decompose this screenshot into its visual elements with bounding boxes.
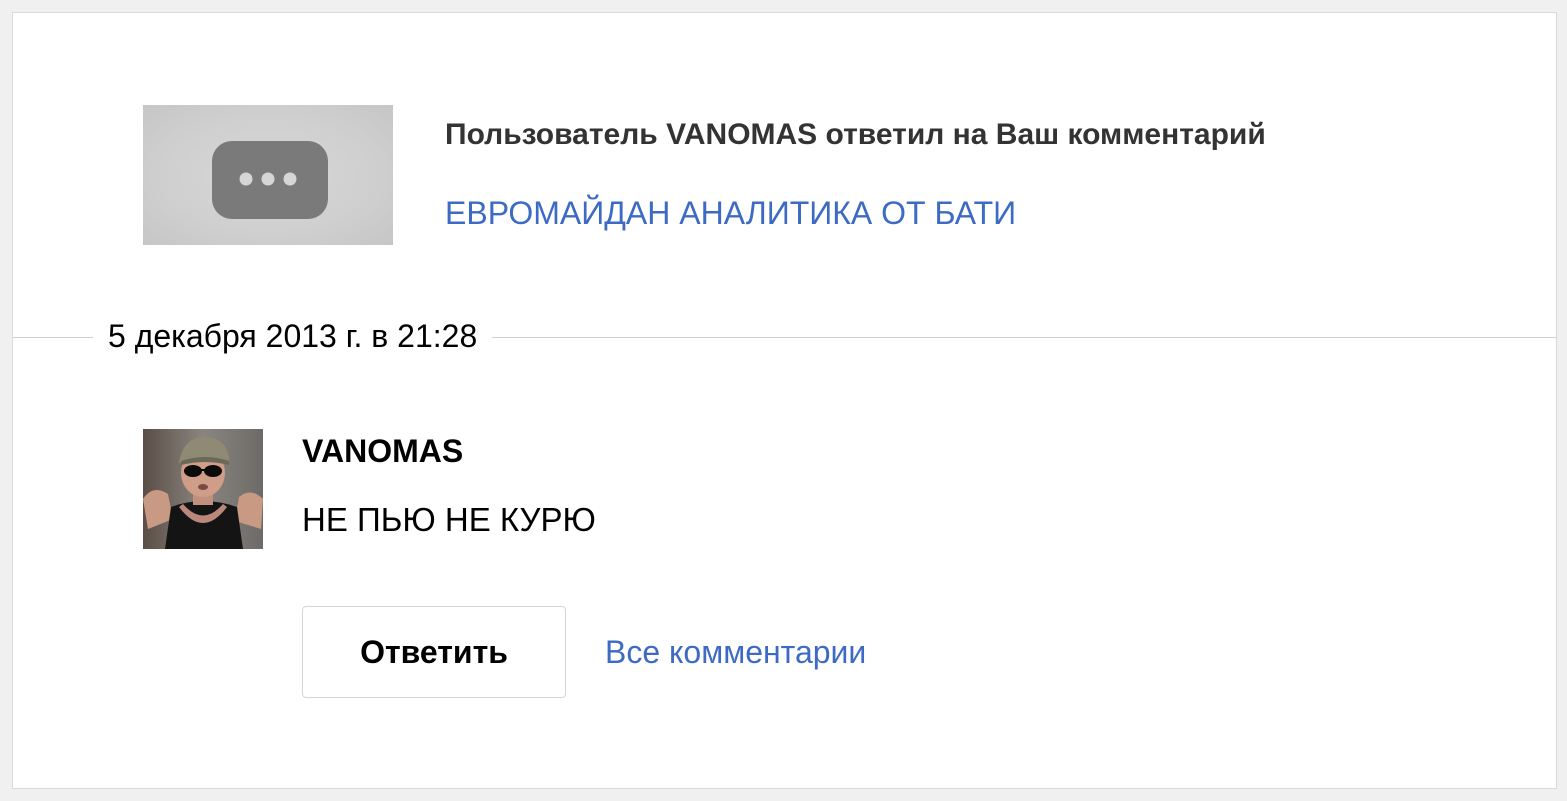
reply-button[interactable]: Ответить (302, 606, 566, 698)
comment-date: 5 декабря 2013 г. в 21:28 (93, 318, 493, 355)
video-thumbnail[interactable] (143, 105, 393, 245)
comment-text: НЕ ПЬЮ НЕ КУРЮ (302, 501, 596, 538)
author-avatar[interactable] (143, 429, 263, 549)
video-title-link[interactable]: ЕВРОМАЙДАН АНАЛИТИКА ОТ БАТИ (445, 195, 1016, 232)
avatar-photo (143, 429, 263, 549)
notification-title: Пользователь VANOMAS ответил на Ваш комм… (445, 118, 1266, 151)
notification-card: Пользователь VANOMAS ответил на Ваш комм… (12, 12, 1557, 789)
ellipsis-icon (212, 141, 328, 219)
all-comments-link[interactable]: Все комментарии (605, 634, 866, 671)
comment-author[interactable]: VANOMAS (302, 433, 463, 470)
